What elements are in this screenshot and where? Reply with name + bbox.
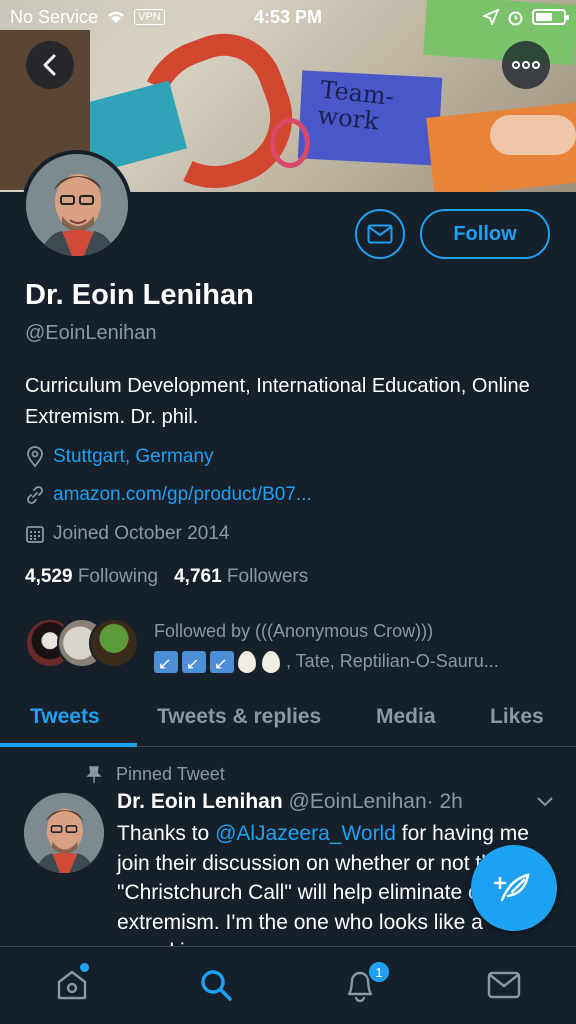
website-link[interactable]: amazon.com/gp/product/B07... [53,484,312,506]
tweet-text-start: Thanks to [117,822,216,845]
following-stat[interactable]: 4,529 Following [25,566,158,588]
tab-tweets[interactable]: Tweets [30,688,100,746]
battery-icon [532,9,569,25]
tweet-author-handle: @EoinLenihan [288,790,427,813]
location-text[interactable]: Stuttgart, Germany [53,446,214,468]
follow-stats: 4,529 Following 4,761 Followers [25,566,308,588]
pinned-label: Pinned Tweet [116,764,225,784]
notification-count-badge: 1 [367,960,391,984]
vpn-indicator: VPN [134,9,165,25]
followed-by-text[interactable]: Followed by (((Anonymous Crow))) , Tate,… [154,616,564,676]
tweet-author-avatar[interactable] [24,793,104,873]
compose-feather-icon [494,873,530,902]
egg-emoji-icon [262,651,280,674]
followed-by-line2-row: , Tate, Reptilian-O-Sauru... [154,646,564,676]
status-bar: No Service VPN 4:53 PM [0,0,576,34]
wifi-icon [108,11,125,23]
tweet-author-name[interactable]: Dr. Eoin Lenihan [117,790,283,813]
more-options-button[interactable] [502,41,550,89]
arrow-emoji-icon [182,650,206,676]
location-pin-icon [27,446,43,468]
arrow-emoji-icon [154,650,178,676]
tweet-mention-link[interactable]: @AlJazeera_World [215,822,396,845]
active-tab-indicator [0,743,137,747]
followed-by-avatars[interactable] [25,618,140,670]
joined-text: Joined October 2014 [53,523,230,544]
tab-tweets-and-replies[interactable]: Tweets & replies [157,688,321,746]
chevron-down-icon[interactable] [535,795,555,809]
tweet-avatar-portrait [24,793,104,873]
profile-tabs: Tweets Tweets & replies Media Likes [0,688,576,747]
followed-by-line2: , Tate, Reptilian-O-Sauru... [286,651,499,671]
tweet-time: · 2h [426,790,463,813]
banner-scissors [270,118,310,168]
search-icon [201,970,232,1001]
link-icon [27,486,43,504]
profile-location[interactable]: Stuttgart, Germany [25,446,214,468]
profile-name: Dr. Eoin Lenihan [25,279,254,311]
envelope-icon [487,971,521,999]
more-dots-icon [512,61,540,69]
chevron-left-icon [43,54,56,76]
envelope-icon [367,224,393,244]
nav-search[interactable] [196,965,236,1005]
arrow-emoji-icon [210,650,234,676]
profile-website[interactable]: amazon.com/gp/product/B07... [25,484,312,506]
location-arrow-icon [483,9,499,25]
followers-stat[interactable]: 4,761 Followers [174,566,308,588]
follower-avatar [89,618,139,668]
home-icon [57,970,87,1000]
pin-icon [86,765,102,783]
profile-handle: @EoinLenihan [25,322,157,344]
banner-hand [490,115,576,155]
tweet-header: Dr. Eoin Lenihan @EoinLenihan· 2h [117,790,463,814]
followers-count: 4,761 [174,566,222,587]
calendar-icon [26,526,44,543]
tab-likes[interactable]: Likes [490,688,544,746]
followers-label: Followers [226,566,309,587]
pinned-tweet-header: Pinned Tweet [86,764,225,785]
compose-tweet-button[interactable] [471,845,557,931]
follow-button[interactable]: Follow [420,209,550,259]
home-new-dot [80,963,89,972]
bottom-navigation: 1 [0,946,576,1024]
tab-media[interactable]: Media [376,688,436,746]
following-label: Following [77,566,159,587]
avatar-portrait [26,154,128,256]
carrier-text: No Service [10,6,99,27]
alarm-icon [508,11,523,25]
battery-level [536,13,552,21]
nav-messages[interactable] [484,965,524,1005]
profile-bio: Curriculum Development, International Ed… [25,375,530,428]
banner-sign-text: Team- work [316,75,396,136]
profile-joined: Joined October 2014 [25,523,229,545]
egg-emoji-icon [238,651,256,674]
back-button[interactable] [26,41,74,89]
profile-avatar[interactable] [22,150,132,260]
following-count: 4,529 [25,566,73,587]
message-button[interactable] [355,209,405,259]
followed-by-line1: Followed by (((Anonymous Crow))) [154,621,434,641]
